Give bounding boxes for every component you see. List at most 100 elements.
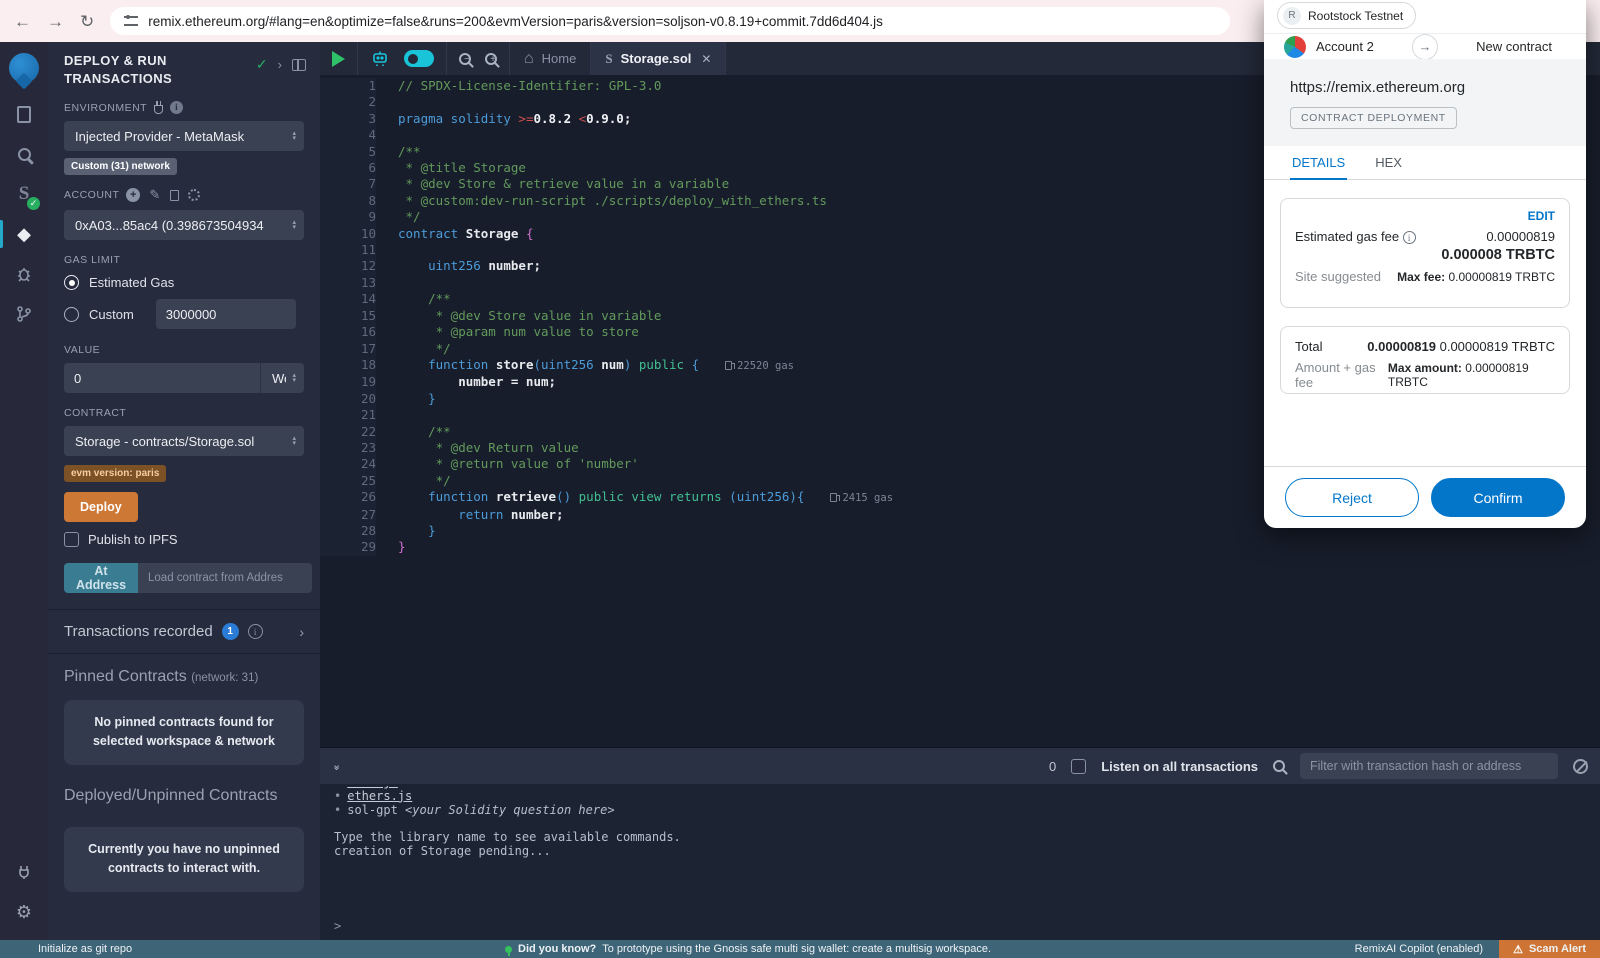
debugger-icon[interactable] (0, 254, 48, 294)
plug-icon[interactable] (154, 105, 163, 114)
remixai-robot-icon[interactable] (370, 49, 390, 68)
solidity-compiler-icon[interactable]: S✓ (0, 174, 48, 214)
close-tab-icon[interactable]: ✕ (701, 52, 711, 66)
total-label: Total (1295, 339, 1322, 354)
terminal-lines: •web3.js•ethers.js•sol-gpt <your Solidit… (334, 786, 1600, 859)
account-select[interactable]: 0xA03...85ac4 (0.398673504934 ▴▾ (64, 210, 304, 240)
pinned-empty-message: No pinned contracts found for selected w… (64, 700, 304, 765)
origin-section: https://remix.ethereum.org CONTRACT DEPL… (1264, 59, 1586, 146)
estimated-gas-radio[interactable] (64, 275, 79, 290)
lightbulb-icon (505, 946, 512, 953)
value-unit-select[interactable]: Wei ▴▾ (260, 363, 304, 393)
terminal-header: ⌄⌄ 0 Listen on all transactions (320, 748, 1600, 784)
ai-group (358, 42, 447, 75)
deploy-run-panel: DEPLOY & RUN TRANSACTIONS ✓ › ENVIRONMEN… (48, 42, 320, 940)
environment-label: ENVIRONMENT (64, 102, 147, 114)
clear-console-icon[interactable] (1573, 759, 1588, 774)
edit-gas-link[interactable]: EDIT (1295, 209, 1555, 223)
total-value: 0.00000819 0.00000819 TRBTC (1367, 339, 1555, 354)
at-address-button[interactable]: At Address (64, 563, 138, 593)
tab-details[interactable]: DETAILS (1290, 146, 1347, 179)
zoom-in-icon[interactable]: + (485, 53, 497, 65)
tab-storage-sol[interactable]: S Storage.sol ✕ (591, 42, 726, 75)
gas-pump-icon (830, 493, 837, 502)
git-init-status[interactable]: Initialize as git repo (0, 943, 132, 955)
reject-button[interactable]: Reject (1285, 478, 1419, 517)
gas-fee-card: EDIT Estimated gas fee i 0.00000819 0.00… (1280, 198, 1570, 308)
zoom-out-icon[interactable]: − (459, 53, 471, 65)
publish-ipfs-checkbox[interactable] (64, 532, 79, 547)
git-icon[interactable] (0, 294, 48, 334)
dapp-origin: https://remix.ethereum.org (1290, 79, 1586, 96)
add-account-icon[interactable]: + (126, 188, 140, 202)
icon-rail: S✓ ◆ (0, 42, 48, 940)
gas-fee-label: Estimated gas fee (1295, 229, 1399, 244)
transactions-recorded-row[interactable]: Transactions recorded 1 i › (48, 610, 320, 653)
terminal-search-icon[interactable] (1273, 760, 1285, 772)
terminal-prompt[interactable]: > (334, 920, 341, 934)
gas-fee-value: 0.00000819 (1486, 229, 1555, 244)
expand-chevron-icon[interactable]: › (278, 57, 282, 72)
mm-tabs: DETAILS HEX (1264, 146, 1586, 180)
scam-alert-badge[interactable]: ⚠ Scam Alert (1499, 940, 1600, 958)
confirm-button[interactable]: Confirm (1431, 478, 1565, 517)
site-settings-icon[interactable] (124, 16, 138, 26)
terminal-line: •ethers.js (334, 790, 1600, 804)
at-address-input[interactable] (138, 563, 312, 593)
custom-gas-radio[interactable] (64, 307, 79, 322)
site-suggested: Site suggested (1295, 269, 1381, 284)
plugin-manager-icon[interactable] (0, 852, 48, 892)
network-icon: R (1283, 7, 1301, 25)
terminal-line: Type the library name to see available c… (334, 831, 1600, 845)
filter-input[interactable] (1300, 753, 1558, 779)
compile-success-badge: ✓ (27, 197, 40, 210)
gas-info-icon[interactable]: i (1403, 231, 1416, 244)
back-icon[interactable]: ← (14, 13, 31, 30)
collapse-terminal-icon[interactable]: ⌄⌄ (332, 761, 339, 771)
copilot-toggle[interactable] (404, 50, 434, 67)
panel-title: DEPLOY & RUN TRANSACTIONS (64, 52, 172, 87)
from-account: Account 2 (1316, 39, 1374, 54)
tab-home[interactable]: ⌂ Home (510, 42, 591, 75)
chevron-right-icon[interactable]: › (299, 624, 304, 640)
transactions-count-badge: 1 (222, 623, 239, 640)
remix-logo[interactable] (0, 42, 48, 94)
environment-select[interactable]: Injected Provider - MetaMask ▴▾ (64, 121, 304, 151)
metamask-popup: R Rootstock Testnet Account 2 → New cont… (1264, 0, 1586, 528)
deploy-run-icon[interactable]: ◆ (0, 214, 48, 254)
run-script-icon[interactable] (332, 51, 345, 67)
deploy-button[interactable]: Deploy (64, 492, 138, 522)
reload-icon[interactable]: ↻ (80, 13, 94, 30)
contract-select[interactable]: Storage - contracts/Storage.sol ▴▾ (64, 426, 304, 456)
select-stepper-icon: ▴▾ (292, 436, 296, 446)
account-avatar (1284, 36, 1306, 58)
code-line: 29} (320, 539, 1600, 555)
custom-gas-input[interactable] (156, 299, 296, 329)
file-explorer-icon[interactable] (0, 94, 48, 134)
value-input[interactable] (64, 363, 260, 393)
environment-info-icon[interactable]: i (170, 101, 183, 114)
max-amount: Max amount: 0.00000819 TRBTC (1388, 361, 1555, 389)
amount-gas-label: Amount + gas fee (1295, 360, 1388, 390)
terminal-link[interactable]: ethers.js (347, 789, 412, 803)
url-text: remix.ethereum.org/#lang=en&optimize=fal… (148, 14, 883, 29)
transactions-info-icon[interactable]: i (248, 624, 263, 639)
edit-account-icon[interactable]: ✎ (149, 187, 160, 203)
zoom-group: − + (447, 42, 510, 75)
gas-estimate-badge: 2415 gas (830, 492, 893, 504)
network-pill[interactable]: R Rootstock Testnet (1277, 2, 1416, 29)
copy-account-icon[interactable] (170, 190, 179, 201)
forward-icon[interactable]: → (47, 13, 64, 30)
terminal-line: creation of Storage pending... (334, 845, 1600, 859)
search-icon[interactable] (0, 134, 48, 174)
settings-gear-icon[interactable]: ⚙ (0, 892, 48, 932)
terminal-output[interactable]: •web3.js•ethers.js•sol-gpt <your Solidit… (320, 784, 1600, 940)
listen-all-checkbox[interactable] (1071, 759, 1086, 774)
select-stepper-icon: ▴▾ (292, 373, 296, 383)
pin-panel-icon[interactable] (292, 59, 306, 71)
evm-version-badge: evm version: paris (64, 465, 166, 482)
remix-ide-window: ← → ↻ remix.ethereum.org/#lang=en&optimi… (0, 0, 1600, 958)
address-bar[interactable]: remix.ethereum.org/#lang=en&optimize=fal… (110, 7, 1230, 35)
tab-hex[interactable]: HEX (1373, 146, 1404, 179)
status-bar: Initialize as git repo Did you know? To … (0, 940, 1600, 958)
